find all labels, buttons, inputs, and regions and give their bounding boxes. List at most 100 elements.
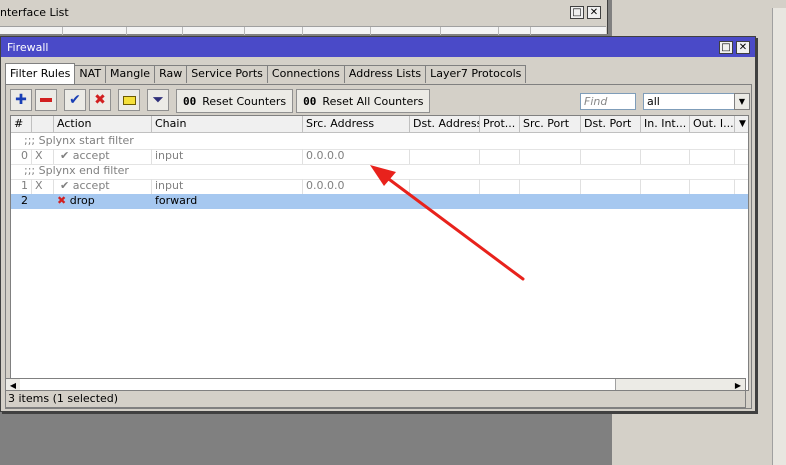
column-header-flags[interactable] — [32, 116, 54, 133]
comment-row[interactable]: ;;; Splynx start filter — [11, 134, 748, 149]
add-button[interactable]: ✚ — [10, 89, 32, 111]
cross-icon: ✖ — [94, 92, 106, 108]
rule-out-interface — [690, 194, 735, 209]
rule-action: drop — [69, 194, 95, 207]
column-header-protocol[interactable]: Prot... — [480, 116, 520, 133]
rule-chain: input — [152, 179, 303, 194]
checkmark-icon: ✔ — [69, 92, 81, 108]
maximize-button[interactable]: □ — [570, 6, 584, 19]
dropdown-arrow-icon[interactable]: ▼ — [734, 93, 750, 110]
rule-flag: X — [32, 149, 54, 164]
accept-icon: ✔ — [60, 179, 70, 192]
firewall-titlebar[interactable]: Firewall □ ✕ — [1, 37, 755, 57]
tab-filter-rules[interactable]: Filter Rules — [5, 63, 76, 84]
maximize-icon: □ — [721, 41, 731, 53]
reset-all-counters-button[interactable]: 00 Reset All Counters — [296, 89, 431, 113]
find-input[interactable]: Find — [580, 93, 636, 110]
column-menu-icon[interactable]: ▼ — [735, 116, 748, 133]
comment-button[interactable] — [118, 89, 140, 111]
tab-layer7-protocols[interactable]: Layer7 Protocols — [425, 65, 527, 83]
chain-filter-select[interactable]: all ▼ — [643, 93, 750, 110]
chain-filter-value: all — [647, 95, 660, 108]
rule-comment: ;;; Splynx end filter — [24, 164, 129, 177]
drop-icon: ✖ — [57, 194, 67, 207]
table-header: # Action Chain Src. Address Dst. Address… — [11, 116, 748, 133]
status-bar: 3 items (1 selected) — [5, 390, 746, 408]
toolbar: ✚ ✔ ✖ ⏷ 00 Reset Counters 00 Reset All C… — [10, 89, 431, 113]
rule-chain: input — [152, 149, 303, 164]
rule-in-interface — [641, 179, 690, 194]
tab-service-ports[interactable]: Service Ports — [186, 65, 268, 83]
tab-connections[interactable]: Connections — [266, 65, 345, 83]
reset-all-counters-icon: 00 — [303, 94, 317, 108]
rule-action: accept — [72, 149, 110, 162]
minus-icon — [40, 98, 52, 102]
rule-protocol — [480, 149, 520, 164]
firewall-title: Firewall — [7, 41, 49, 54]
table-row[interactable]: 1 X ✔ accept input 0.0.0.0 — [11, 179, 748, 194]
tab-mangle[interactable]: Mangle — [105, 65, 156, 83]
tab-nat[interactable]: NAT — [74, 65, 107, 83]
column-header-dst-port[interactable]: Dst. Port — [581, 116, 641, 133]
rule-in-interface — [641, 194, 690, 209]
enable-button[interactable]: ✔ — [64, 89, 86, 111]
column-header-out-interface[interactable]: Out. I... — [690, 116, 735, 133]
column-header-src-port[interactable]: Src. Port — [520, 116, 581, 133]
firewall-window[interactable]: Firewall □ ✕ Filter Rules NAT Mangle Raw… — [0, 36, 756, 412]
rule-chain: forward — [152, 194, 303, 209]
interface-list-titlebar[interactable]: nterface List □ ✕ — [0, 3, 606, 23]
close-button[interactable]: ✕ — [587, 6, 601, 19]
interface-list-window[interactable]: nterface List □ ✕ — [0, 0, 608, 35]
disable-button[interactable]: ✖ — [89, 89, 111, 111]
rule-dst-port — [581, 179, 641, 194]
comment-row[interactable]: ;;; Splynx end filter — [11, 164, 748, 179]
rule-src-address — [303, 194, 410, 209]
rules-table[interactable]: # Action Chain Src. Address Dst. Address… — [10, 115, 749, 391]
rule-action-cell: ✖ drop — [54, 194, 152, 209]
rule-in-interface — [641, 149, 690, 164]
rule-src-address: 0.0.0.0 — [303, 179, 410, 194]
rule-dst-address — [410, 179, 480, 194]
column-header-chain[interactable]: Chain — [152, 116, 303, 133]
maximize-button[interactable]: □ — [719, 41, 733, 54]
column-header-dst-address[interactable]: Dst. Address — [410, 116, 480, 133]
interface-list-title: nterface List — [0, 6, 69, 19]
close-button[interactable]: ✕ — [736, 41, 750, 54]
rule-protocol — [480, 194, 520, 209]
rule-flag — [32, 194, 54, 209]
table-row[interactable]: 0 X ✔ accept input 0.0.0.0 — [11, 149, 748, 164]
rule-action-cell: ✔ accept — [54, 179, 152, 194]
rule-action: accept — [72, 179, 110, 192]
comment-icon — [122, 95, 136, 105]
table-row-selected[interactable]: 2 ✖ drop forward — [11, 194, 748, 209]
filter-button[interactable]: ⏷ — [147, 89, 169, 111]
column-header-in-interface[interactable]: In. Int... — [641, 116, 690, 133]
rule-src-port — [520, 179, 581, 194]
maximize-icon: □ — [572, 6, 582, 18]
rule-comment: ;;; Splynx start filter — [24, 134, 134, 147]
rule-src-port — [520, 149, 581, 164]
rule-action-cell: ✔ accept — [54, 149, 152, 164]
tab-raw[interactable]: Raw — [154, 65, 188, 83]
rule-out-interface — [690, 149, 735, 164]
rule-protocol — [480, 179, 520, 194]
filter-rules-panel: ✚ ✔ ✖ ⏷ 00 Reset Counters 00 Reset All C… — [5, 84, 752, 409]
rule-dst-address — [410, 194, 480, 209]
close-icon: ✕ — [589, 6, 599, 18]
column-header-number[interactable]: # — [11, 116, 32, 133]
tab-address-lists[interactable]: Address Lists — [343, 65, 427, 83]
rule-number: 2 — [11, 194, 32, 209]
reset-counters-button[interactable]: 00 Reset Counters — [176, 89, 294, 113]
rule-out-interface — [690, 179, 735, 194]
rule-src-port — [520, 194, 581, 209]
funnel-icon: ⏷ — [152, 92, 164, 108]
column-header-action[interactable]: Action — [54, 116, 152, 133]
accept-icon: ✔ — [60, 149, 70, 162]
reset-all-counters-label: Reset All Counters — [322, 94, 424, 108]
tab-bar: Filter Rules NAT Mangle Raw Service Port… — [5, 63, 527, 84]
column-header-src-address[interactable]: Src. Address — [303, 116, 410, 133]
remove-button[interactable] — [35, 89, 57, 111]
side-strip — [772, 8, 786, 465]
plus-icon: ✚ — [15, 92, 27, 108]
rule-number: 1 — [11, 179, 32, 194]
